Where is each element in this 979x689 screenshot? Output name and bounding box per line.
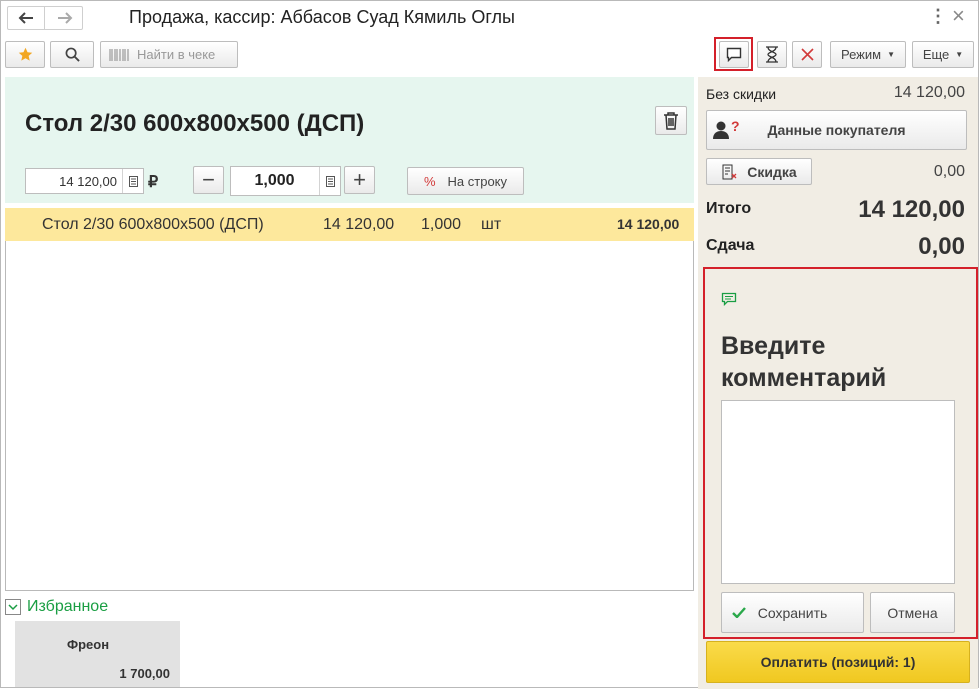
summary-panel: Без скидки 14 120,00 ? Данные покупателя… (698, 77, 978, 689)
find-in-receipt-label: Найти в чеке (137, 47, 216, 62)
change-value: 0,00 (918, 233, 965, 260)
search-button[interactable] (50, 41, 94, 68)
more-dropdown[interactable]: Еще ▼ (912, 41, 974, 68)
delete-item-button[interactable] (655, 106, 687, 135)
comment-heading: Введите комментарий (721, 332, 887, 392)
hourglass-icon (766, 46, 778, 63)
cancel-comment-button[interactable]: Отмена (870, 592, 955, 633)
save-comment-label: Сохранить (757, 604, 828, 621)
customer-data-button[interactable]: ? Данные покупателя (706, 110, 967, 150)
user-question-icon: ? (712, 118, 740, 141)
chevron-down-icon (8, 603, 18, 610)
customer-data-label: Данные покупателя (767, 122, 906, 138)
price-field[interactable]: 14 120,00 (25, 168, 144, 194)
row-price: 14 120,00 (323, 216, 395, 233)
change-label: Сдача (706, 237, 755, 254)
mode-dropdown[interactable]: Режим ▼ (830, 41, 906, 68)
pay-button-label: Оплатить (позиций: 1) (760, 654, 916, 670)
favorite-button[interactable] (5, 41, 45, 68)
arrow-left-icon (18, 12, 33, 24)
total-label: Итого (706, 200, 752, 217)
favorites-label[interactable]: Избранное (27, 598, 108, 616)
receipt-discount-label: Скидка (747, 163, 797, 180)
chevron-down-icon: ▼ (955, 50, 964, 59)
product-name: Стол 2/30 600x800x500 (ДСП) (25, 110, 365, 137)
forward-button[interactable] (46, 7, 83, 29)
row-sum: 14 120,00 (617, 216, 680, 232)
star-icon (18, 47, 32, 61)
favorite-tile-name: Фреон (67, 637, 110, 652)
calculator-icon[interactable] (319, 167, 340, 195)
row-unit: шт (481, 216, 502, 233)
find-in-receipt-button[interactable]: Найти в чеке (100, 41, 238, 68)
row-quantity: 1,000 (421, 216, 462, 233)
window-title: Продажа, кассир: Аббасов Суад Кямиль Огл… (129, 7, 515, 27)
cancel-comment-label: Отмена (887, 604, 938, 621)
more-label: Еще (922, 47, 950, 62)
save-comment-button[interactable]: Сохранить (721, 592, 864, 633)
cross-icon (800, 48, 814, 61)
search-icon (65, 47, 80, 62)
total-value: 14 120,00 (858, 196, 965, 223)
comment-textarea[interactable] (721, 400, 955, 584)
favorites-toggle[interactable] (5, 599, 21, 615)
quantity-field[interactable]: 1,000 (230, 166, 341, 196)
discount-receipt-icon (722, 164, 737, 179)
without-discount-label: Без скидки (706, 86, 777, 102)
discount-value: 0,00 (933, 163, 965, 180)
price-value: 14 120,00 (59, 173, 117, 189)
calculator-icon[interactable] (122, 169, 143, 193)
decrease-quantity-button[interactable]: − (193, 166, 224, 194)
barcode-icon (109, 48, 129, 61)
quantity-value: 1,000 (254, 172, 295, 189)
trash-icon (664, 111, 678, 130)
receipt-table[interactable] (5, 208, 694, 591)
comment-icon (721, 292, 737, 306)
defer-button[interactable] (757, 41, 787, 68)
row-discount-label: На строку (447, 173, 508, 189)
arrow-right-icon (57, 12, 72, 24)
comment-button-highlight (714, 37, 753, 71)
svg-text:?: ? (731, 119, 740, 134)
increase-quantity-button[interactable]: + (344, 166, 375, 194)
table-row[interactable]: Стол 2/30 600x800x500 (ДСП) 14 120,00 1,… (5, 208, 694, 241)
currency-sign: ₽ (148, 174, 159, 191)
window-menu-icon[interactable]: ⋮ (929, 6, 947, 27)
pay-button[interactable]: Оплатить (позиций: 1) (706, 641, 970, 683)
without-discount-value: 14 120,00 (893, 84, 965, 101)
checkmark-icon (732, 607, 746, 618)
close-icon[interactable]: × (952, 3, 965, 29)
back-button[interactable] (8, 7, 45, 29)
mode-label: Режим (840, 47, 882, 62)
nav-group (7, 6, 83, 30)
receipt-discount-button[interactable]: Скидка (706, 158, 812, 185)
row-discount-button[interactable]: % На строку (407, 167, 524, 195)
favorite-tile[interactable]: Фреон 1 700,00 (15, 621, 180, 687)
product-panel: Стол 2/30 600x800x500 (ДСП) 14 120,00 ₽ … (5, 77, 694, 203)
favorite-tile-price: 1 700,00 (119, 666, 170, 681)
percent-icon: % (423, 173, 436, 189)
chevron-down-icon: ▼ (887, 50, 895, 59)
cancel-receipt-button[interactable] (792, 41, 822, 68)
row-name: Стол 2/30 600x800x500 (ДСП) (42, 216, 264, 233)
sale-window: Продажа, кассир: Аббасов Суад Кямиль Огл… (0, 0, 979, 689)
